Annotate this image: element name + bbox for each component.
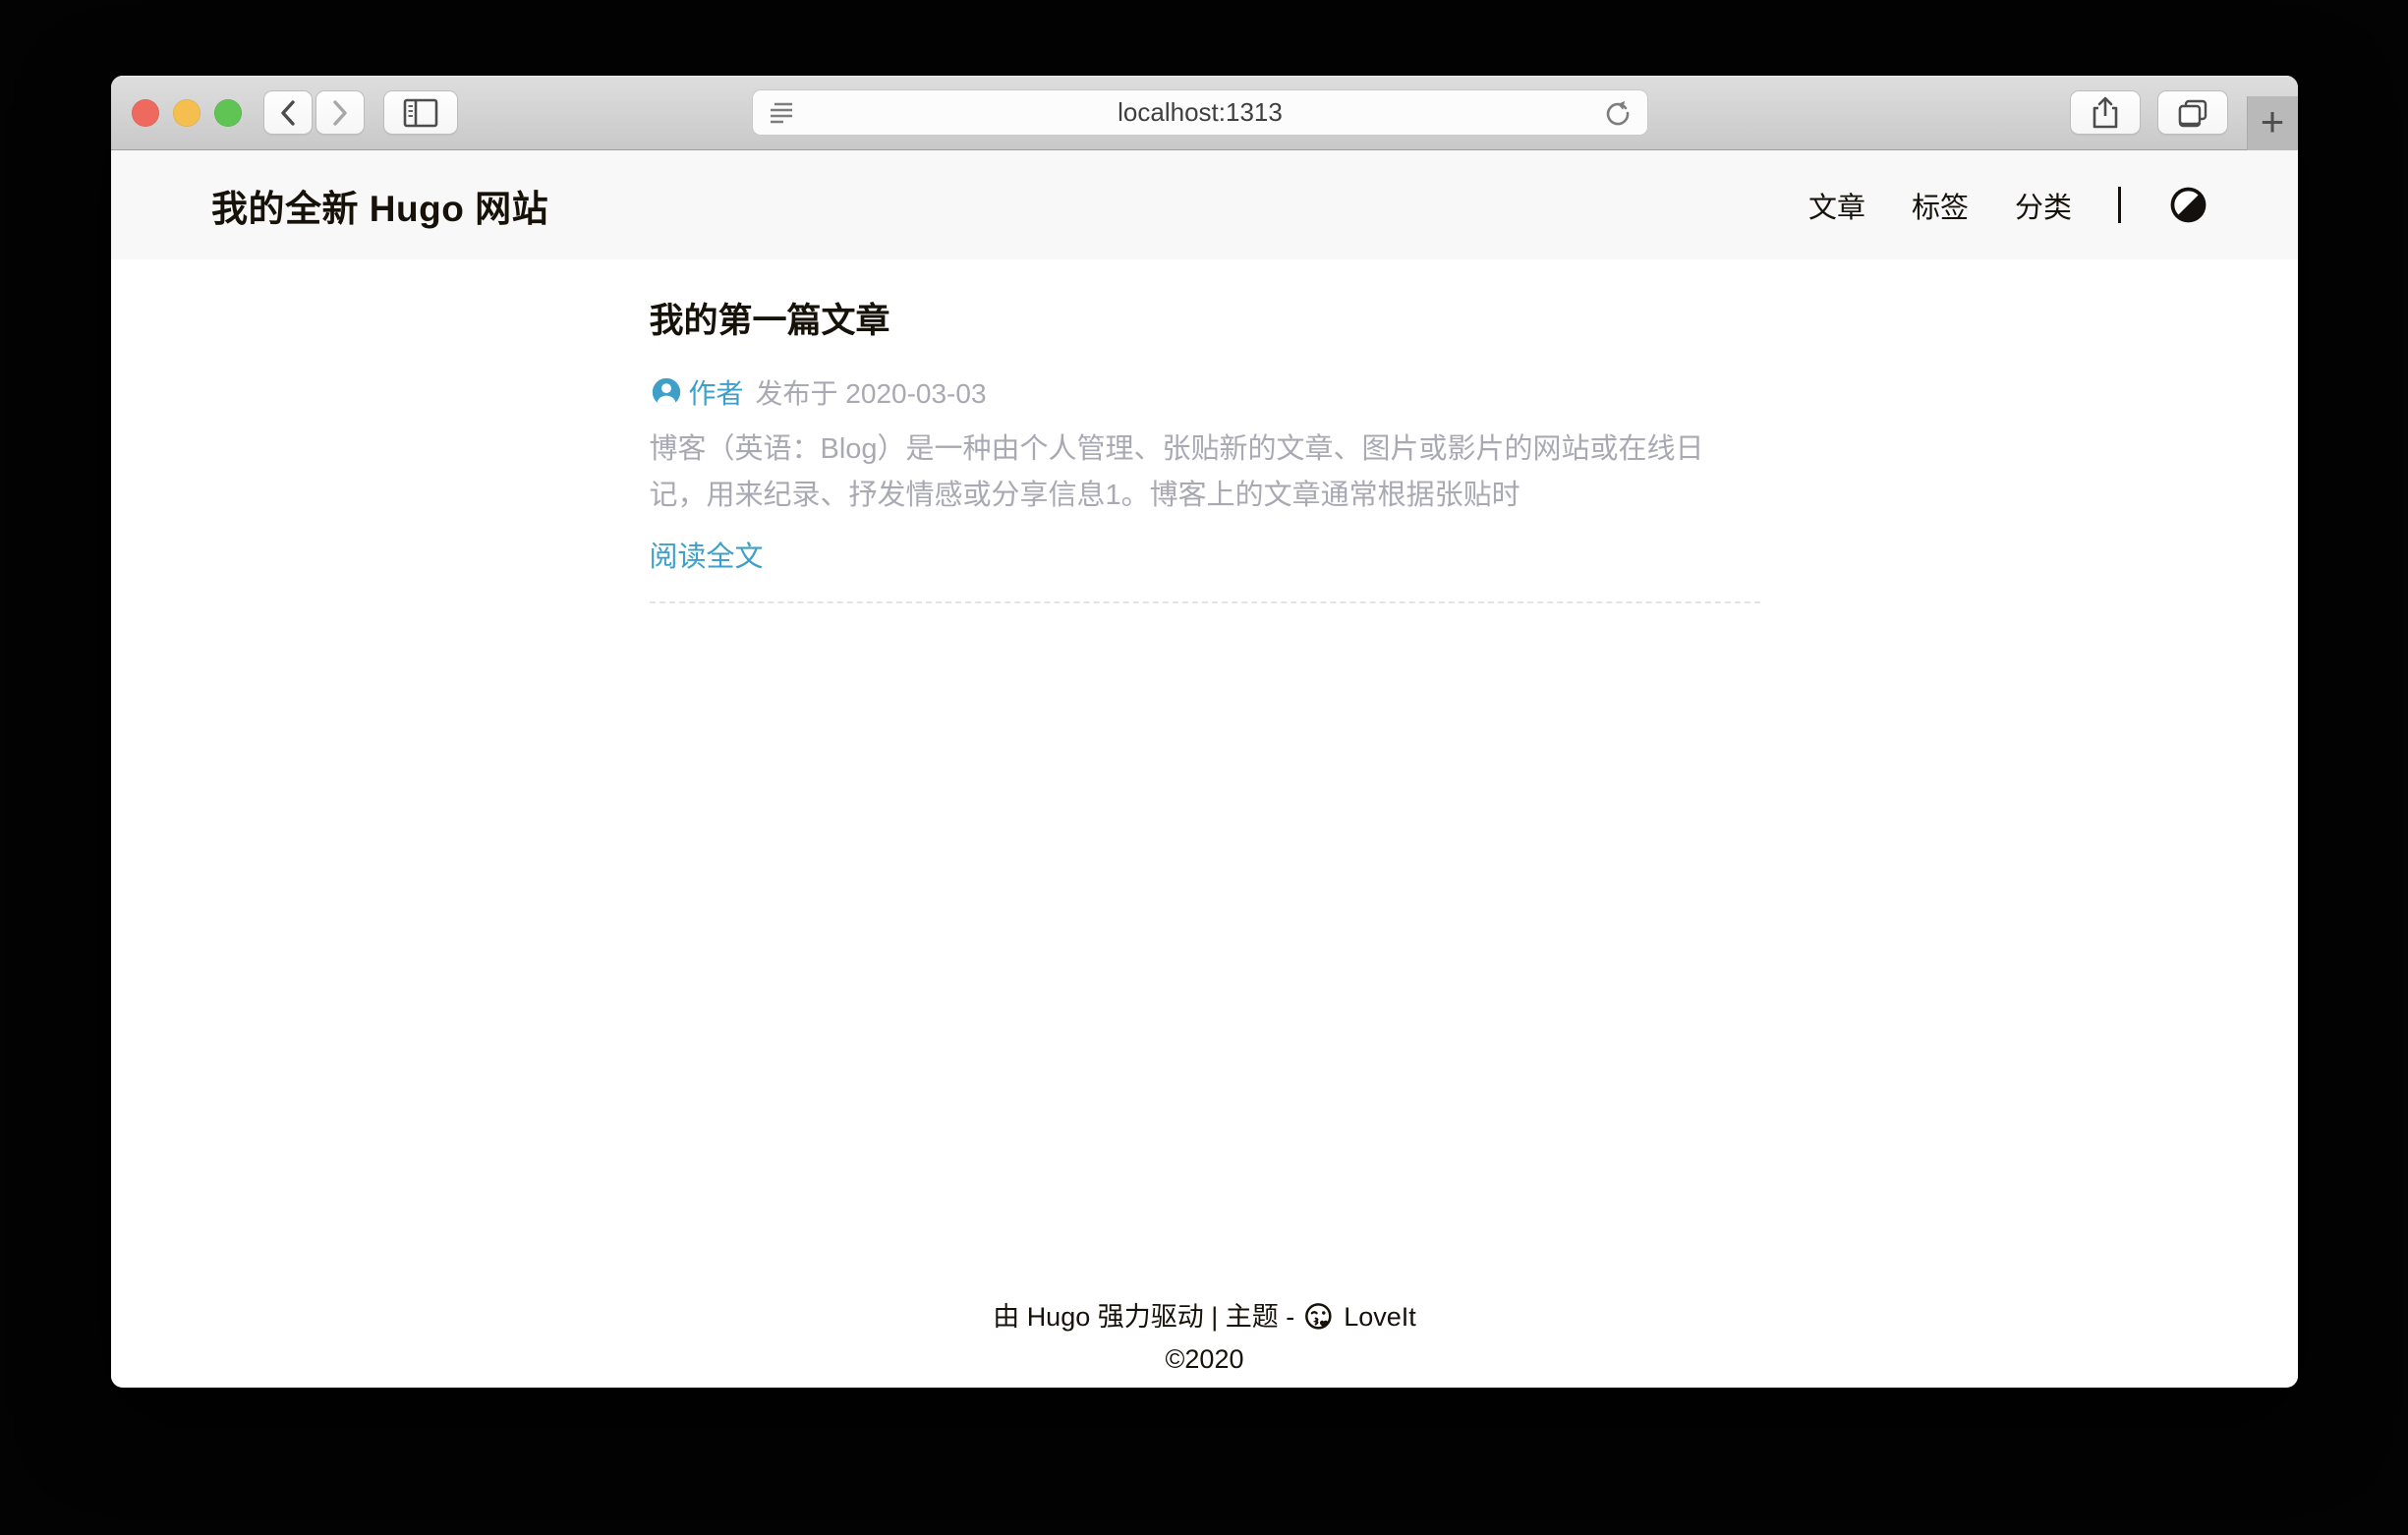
kiss-wink-heart-icon <box>1303 1301 1335 1333</box>
publish-date: 发布于 2020-03-03 <box>756 372 987 412</box>
site-footer: 由 Hugo 强力驱动 | 主题 - LoveIt ©2020 <box>111 1296 2298 1387</box>
read-more-link[interactable]: 阅读全文 <box>650 534 764 575</box>
site-nav: 文章 标签 分类 <box>1808 184 2209 226</box>
browser-toolbar: localhost:1313 <box>111 76 2298 150</box>
post-divider <box>650 601 1760 603</box>
main-content: 我的第一篇文章 作者 发布于 2020-03-03 博客（英语：Blog）是一种… <box>111 259 2298 1296</box>
theme-toggle-icon[interactable] <box>2167 184 2209 226</box>
powered-by-text[interactable]: 由 Hugo 强力驱动 | 主题 - <box>993 1296 1294 1337</box>
copyright-text: ©2020 <box>111 1337 2298 1381</box>
post-summary-card: 我的第一篇文章 作者 发布于 2020-03-03 博客（英语：Blog）是一种… <box>650 259 1760 603</box>
author-link[interactable]: 作者 <box>689 372 744 412</box>
author-avatar-icon <box>650 375 683 409</box>
nav-item-tags[interactable]: 标签 <box>1912 185 1969 226</box>
share-icon <box>2091 96 2120 130</box>
post-title-link[interactable]: 我的第一篇文章 <box>650 299 1760 344</box>
tab-overview-button[interactable] <box>2157 90 2228 135</box>
post-meta: 作者 发布于 2020-03-03 <box>650 372 1760 412</box>
back-button[interactable] <box>263 90 313 135</box>
nav-separator <box>2118 187 2121 223</box>
nav-item-categories[interactable]: 分类 <box>2015 185 2072 226</box>
browser-window: localhost:1313 <box>111 76 2298 1388</box>
reader-view-icon[interactable] <box>769 100 796 126</box>
tabs-icon <box>2177 98 2208 128</box>
url-text[interactable]: localhost:1313 <box>796 97 1604 128</box>
chevron-right-icon <box>327 98 353 128</box>
nav-item-posts[interactable]: 文章 <box>1808 185 1865 226</box>
site-header: 我的全新 Hugo 网站 文章 标签 分类 <box>111 150 2298 259</box>
forward-button[interactable] <box>315 90 365 135</box>
sidebar-icon <box>403 98 438 128</box>
zoom-window-button[interactable] <box>214 99 242 127</box>
post-summary-text: 博客（英语：Blog）是一种由个人管理、张贴新的文章、图片或影片的网站或在线日记… <box>650 426 1760 519</box>
chevron-left-icon <box>275 98 301 128</box>
sidebar-toggle-button[interactable] <box>383 90 458 135</box>
theme-name-link[interactable]: LoveIt <box>1344 1296 1416 1337</box>
plus-icon: + <box>2261 101 2285 142</box>
new-tab-button[interactable]: + <box>2247 96 2298 150</box>
webpage: 我的全新 Hugo 网站 文章 标签 分类 我的第一篇文章 <box>111 150 2298 1387</box>
address-bar[interactable]: localhost:1313 <box>752 89 1648 136</box>
reload-icon[interactable] <box>1604 99 1632 127</box>
minimize-window-button[interactable] <box>173 99 201 127</box>
window-controls <box>132 99 242 127</box>
site-title-link[interactable]: 我的全新 Hugo 网站 <box>211 179 548 232</box>
close-window-button[interactable] <box>132 99 159 127</box>
share-button[interactable] <box>2070 90 2141 135</box>
